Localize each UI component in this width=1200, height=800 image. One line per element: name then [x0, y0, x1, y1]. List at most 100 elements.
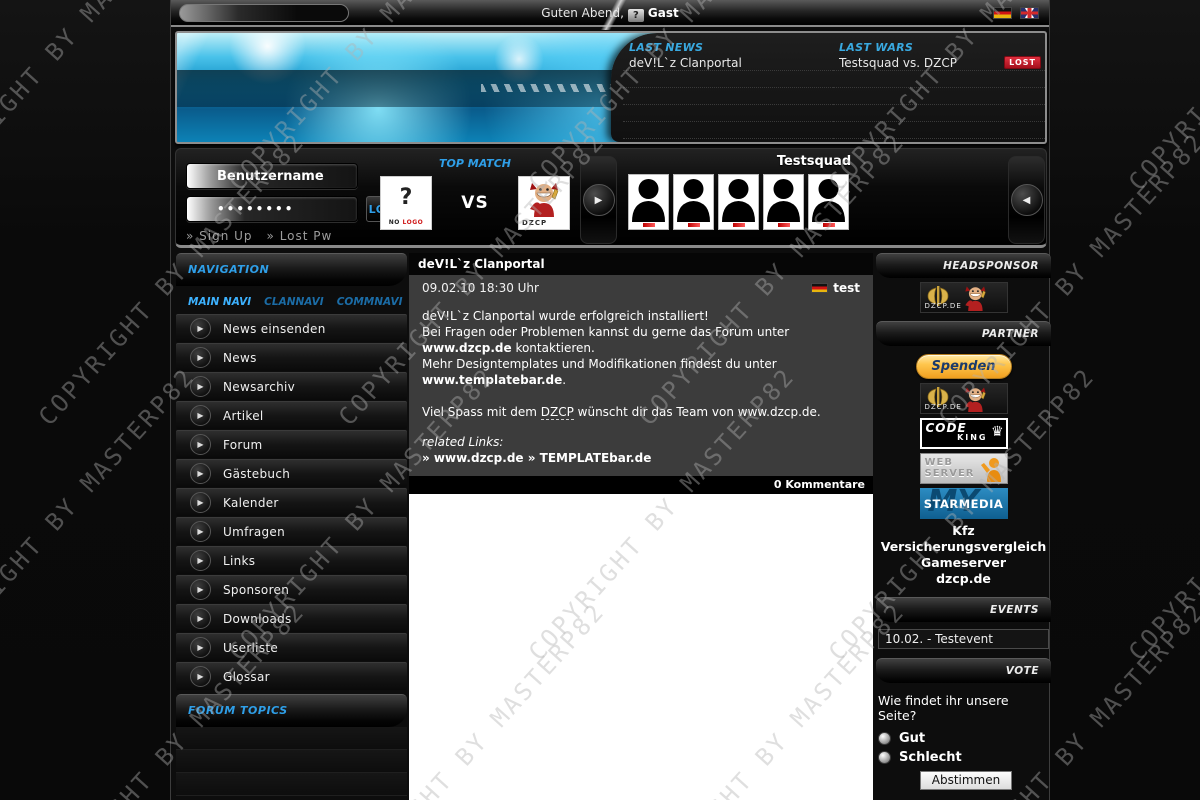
vote-option-gut[interactable]: Gut: [878, 731, 1049, 746]
vote-submit-button[interactable]: Abstimmen: [920, 771, 1012, 790]
news-post-meta: 09.02.10 18:30 Uhr test: [422, 280, 860, 296]
username-input[interactable]: Benutzername: [186, 163, 358, 189]
no-logo-caption-logo: LOGO: [402, 219, 424, 226]
nav-item-newsarchiv[interactable]: ▶ Newsarchiv: [176, 372, 407, 400]
tab-clannavi[interactable]: CLANNAVI: [264, 296, 324, 308]
german-flag-icon[interactable]: [993, 7, 1012, 19]
signup-link[interactable]: » Sign Up: [186, 229, 253, 243]
login-links: » Sign Up » Lost Pw: [186, 229, 406, 243]
arrow-circle-icon: ▶: [190, 579, 211, 600]
arrow-circle-icon: ▶: [190, 492, 211, 513]
author-flag-icon: [811, 283, 829, 293]
squad-player-tile[interactable]: [718, 174, 759, 230]
author-name[interactable]: test: [833, 280, 860, 296]
nav-item-kalender[interactable]: ▶ Kalender: [176, 488, 407, 516]
greeting-text: Guten Abend,? Gast: [171, 6, 1049, 22]
comments-count-link[interactable]: 0 Kommentare: [774, 478, 865, 491]
partner-dzcp-banner[interactable]: DZCP.DE: [919, 383, 1008, 415]
team1-logo-box[interactable]: ? NO LOGO: [380, 176, 432, 230]
nav-item-umfragen[interactable]: ▶ Umfragen: [176, 517, 407, 545]
news-post-title[interactable]: deV!L`z Clanportal: [409, 253, 873, 275]
event-item[interactable]: 10.02. - Testevent: [878, 629, 1049, 649]
arrow-circle-icon: ▶: [190, 463, 211, 484]
navigation-tabs: MAIN NAVI CLANNAVI COMMNAVI MEDIANAVI: [176, 286, 482, 314]
squad-player-tile[interactable]: [673, 174, 714, 230]
news-post-date: 09.02.10 18:30 Uhr: [422, 281, 539, 295]
nav-item-artikel[interactable]: ▶ Artikel: [176, 401, 407, 429]
partner-webserver-banner[interactable]: WEB SERVER: [919, 453, 1008, 484]
radio-icon[interactable]: [878, 732, 891, 745]
english-flag-icon[interactable]: [1020, 7, 1039, 19]
arrow-circle-icon: ▶: [190, 376, 211, 397]
nav-item-forum[interactable]: ▶ Forum: [176, 430, 407, 458]
lostpw-link[interactable]: » Lost Pw: [267, 229, 333, 243]
arrow-circle-icon: ▶: [190, 521, 211, 542]
forum-topics-title: FORUM TOPICS: [188, 704, 288, 717]
top-bar: Guten Abend,? Gast: [171, 0, 1049, 30]
vote-option-schlecht[interactable]: Schlecht: [878, 750, 1049, 765]
password-input[interactable]: ••••••••: [186, 196, 358, 222]
tab-commnavi[interactable]: COMMNAVI: [337, 296, 403, 308]
carousel-next-button[interactable]: ◀: [1008, 156, 1045, 244]
news-post-author[interactable]: test: [811, 280, 860, 296]
last-news-empty-row: [623, 88, 835, 105]
help-icon[interactable]: ?: [627, 9, 644, 22]
nav-item-news[interactable]: ▶ News: [176, 343, 407, 371]
squad-player-tile[interactable]: [763, 174, 804, 230]
nav-item-news-einsenden[interactable]: ▶ News einsenden: [176, 314, 407, 342]
last-wars-item[interactable]: Testsquad vs. DZCP LOST: [833, 54, 1045, 71]
nav-item-glossar[interactable]: ▶ Glossar: [176, 662, 407, 690]
play-icon: ▶: [582, 184, 615, 216]
no-logo-caption-no: NO: [388, 219, 400, 226]
squad-widget: Testsquad: [624, 154, 1004, 230]
vote-option-label: Gut: [899, 731, 926, 746]
guest-username[interactable]: Gast: [648, 6, 679, 20]
squad-player-tile[interactable]: [628, 174, 669, 230]
partner-link-dzcp[interactable]: dzcp.de: [876, 571, 1051, 587]
vote-question: Wie findet ihr unsere Seite?: [878, 693, 1009, 723]
partner-link-gameserver[interactable]: Gameserver: [876, 555, 1051, 571]
dzcp-acronym: DZCP: [540, 405, 574, 420]
nav-item-userliste[interactable]: ▶ Userliste: [176, 633, 407, 661]
nav-item-label: Kalender: [223, 495, 279, 510]
navigation-title: NAVIGATION: [188, 263, 270, 276]
last-news-item-title[interactable]: deV!L`z Clanportal: [629, 56, 831, 70]
partner-codeking-banner[interactable]: CODE KING ♛: [919, 418, 1008, 449]
last-wars-match[interactable]: Testsquad vs. DZCP: [839, 56, 1004, 70]
nav-item-downloads[interactable]: ▶ Downloads: [176, 604, 407, 632]
navigation-header: NAVIGATION: [176, 253, 407, 286]
dzcp-link[interactable]: www.dzcp.de: [422, 341, 512, 355]
headsponsor-dzcp-banner[interactable]: DZCP.DE: [919, 282, 1008, 313]
related-links[interactable]: » www.dzcp.de » TEMPLATEbar.de: [422, 450, 860, 466]
partner-link-kfz[interactable]: Kfz Versicherungsvergleich: [876, 523, 1051, 555]
vote-header: VOTE: [876, 658, 1051, 683]
last-news-empty-row: [623, 105, 835, 122]
team2-logo-box[interactable]: DZCP: [518, 176, 570, 230]
last-news-empty-row: [623, 122, 835, 139]
squad-player-tiles: [624, 174, 1004, 230]
squad-player-tile[interactable]: [808, 174, 849, 230]
tab-main-navi[interactable]: MAIN NAVI: [188, 296, 251, 308]
player-silhouette: [767, 179, 800, 222]
carousel-prev-button[interactable]: ▶: [580, 156, 617, 244]
radio-icon[interactable]: [878, 751, 891, 764]
orange-figure-icon: [980, 458, 1001, 482]
headsponsor-header: HEADSPONSOR: [876, 253, 1051, 278]
donate-button[interactable]: Spenden: [915, 354, 1012, 379]
last-wars-empty-row: [833, 88, 1045, 105]
news-line4: Viel Spass mit dem: [422, 405, 541, 419]
arrow-circle-icon: ▶: [190, 637, 211, 658]
nav-item-label: Glossar: [223, 669, 270, 684]
nav-item-g-stebuch[interactable]: ▶ Gästebuch: [176, 459, 407, 487]
player-silhouette: [722, 179, 755, 222]
news-line1: deV!L`z Clanportal wurde erfolgreich ins…: [422, 309, 709, 323]
devil-slot: [961, 383, 990, 415]
nav-item-links[interactable]: ▶ Links: [176, 546, 407, 574]
nav-item-sponsoren[interactable]: ▶ Sponsoren: [176, 575, 407, 603]
last-news-item[interactable]: deV!L`z Clanportal: [623, 54, 835, 71]
arrow-circle-icon: ▶: [190, 608, 211, 629]
partner-header: PARTNER: [876, 321, 1051, 346]
templatebar-link[interactable]: www.templatebar.de: [422, 373, 562, 387]
partner-starmedia-banner[interactable]: MY STARMEDIA: [919, 488, 1008, 519]
back-icon: ◀: [1010, 184, 1043, 216]
